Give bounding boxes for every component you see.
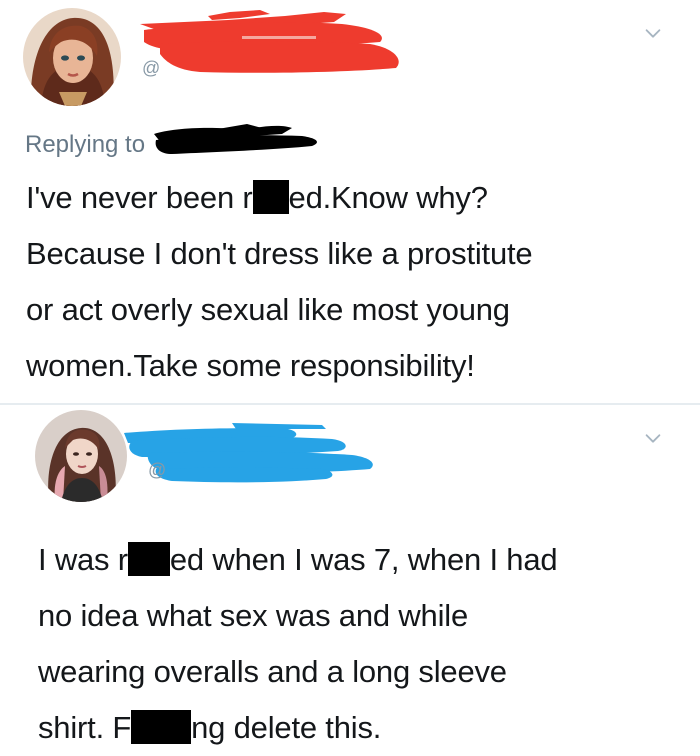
tweet-text: I've never been r ed.Know why? Because I … (26, 170, 666, 394)
censor-bar (131, 710, 192, 744)
censor-bar (127, 542, 170, 576)
reply-target-link[interactable] (152, 123, 317, 158)
avatar-illustration-image (23, 8, 121, 106)
censor-bar (252, 180, 289, 214)
handle-prefix[interactable]: @ (142, 58, 160, 79)
redaction-scribble-name (124, 423, 373, 483)
tweet-text-segment: ed when I was 7, when I had (169, 542, 558, 577)
tweet-text-segment: ng delete this. (191, 710, 382, 745)
tweet-text-line: shirt. F ng delete this. (38, 700, 678, 756)
chevron-down-icon[interactable] (642, 427, 664, 449)
tweet-text-segment: I've never been r (26, 180, 253, 215)
tweet-text-line: or act overly sexual like most young (26, 292, 510, 327)
tweet-text-line: Because I don't dress like a prostitute (26, 236, 533, 271)
tweet-text: I was r ed when I was 7, when I had no id… (38, 532, 678, 756)
tweet-card[interactable]: @ I was r ed when I was 7, when I had no … (0, 405, 700, 750)
handle-prefix[interactable]: @ (148, 460, 166, 481)
tweet-text-line: I was r ed when I was 7, when I had (38, 532, 678, 588)
avatar[interactable] (23, 8, 121, 106)
avatar[interactable] (35, 410, 127, 502)
avatar-photo-image (35, 410, 127, 502)
tweet-text-segment: shirt. F (38, 710, 132, 745)
tweet-text-segment: I was r (38, 542, 128, 577)
tweet-text-line: no idea what sex was and while (38, 598, 468, 633)
tweet-text-line: wearing overalls and a long sleeve (38, 654, 507, 689)
replying-to-label: Replying to (25, 131, 146, 158)
replying-to: Replying to (25, 123, 317, 159)
redaction-scribble-reply-target (153, 123, 317, 154)
tweet-text-line: I've never been r ed.Know why? (26, 170, 666, 226)
tweet-text-line: women.Take some responsibility! (26, 348, 475, 383)
tweet-card[interactable]: @ Replying to I've never been r ed.Know w… (0, 0, 700, 405)
tweet-text-segment: ed.Know why? (288, 180, 488, 215)
chevron-down-icon[interactable] (642, 22, 664, 44)
